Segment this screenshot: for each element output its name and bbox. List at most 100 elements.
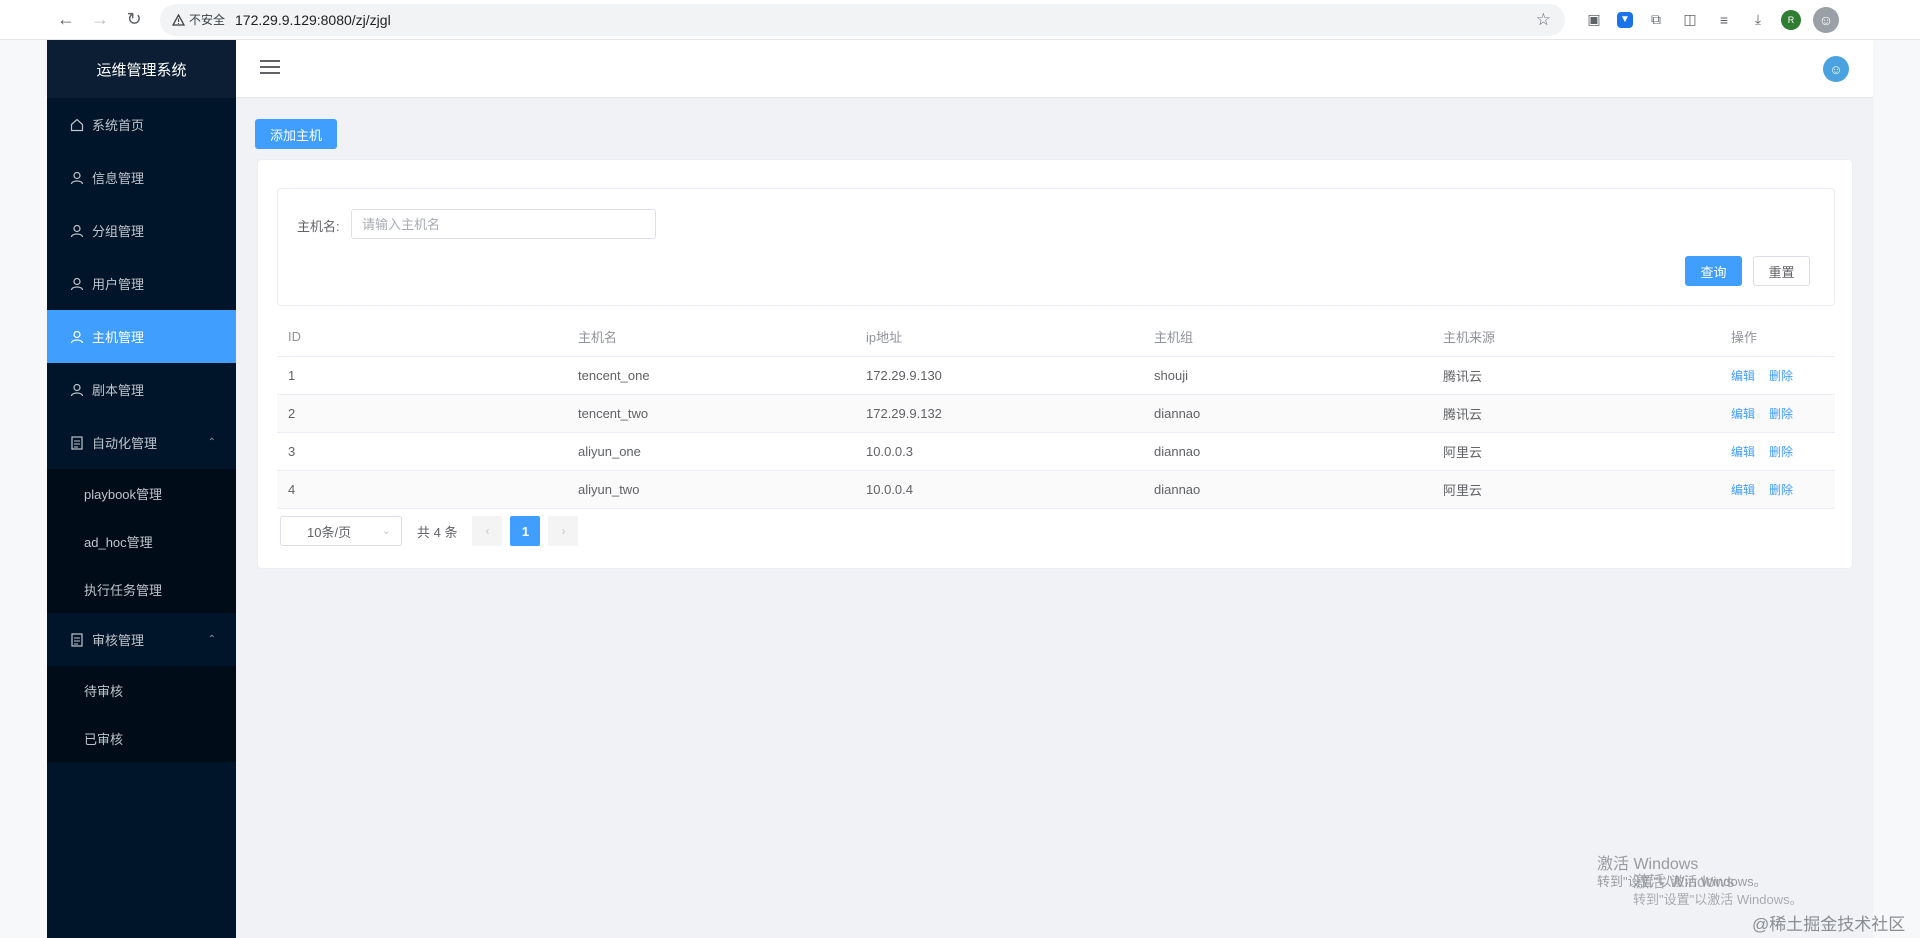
pagination: 10条/页 ⌄ 共 4 条 ‹ 1 ›	[280, 516, 579, 546]
delete-link[interactable]: 删除	[1769, 483, 1793, 497]
sidebar-subitem-pending[interactable]: 待审核	[47, 666, 236, 714]
extension-blue-icon[interactable]: ▼	[1617, 11, 1633, 28]
app-title: 运维管理系统	[47, 40, 236, 98]
url-text: 172.29.9.129:8080/zj/zjgl	[235, 11, 391, 28]
query-button[interactable]: 查询	[1685, 256, 1742, 286]
column-header-group[interactable]: 主机组	[1143, 318, 1432, 357]
cell-group: shouji	[1143, 356, 1432, 395]
column-header-source[interactable]: 主机来源	[1432, 318, 1720, 357]
column-header-id[interactable]: ID	[277, 318, 567, 357]
profile-icon[interactable]: R	[1781, 9, 1801, 30]
sidebar-item-users[interactable]: 用户管理	[47, 257, 236, 310]
activate-title: 激活 Windows	[1633, 874, 1735, 891]
cell-hostname: tencent_one	[567, 356, 855, 395]
sidebar-item-label: 用户管理	[92, 277, 145, 292]
puzzle-icon[interactable]: ◫	[1679, 9, 1701, 31]
sidebar-item-scripts[interactable]: 剧本管理	[47, 363, 236, 416]
main-content: 添加主机 主机名: 查询 重置 ID 主机名 ip地址 主机组 主机来源 操作	[236, 98, 1873, 938]
cell-id: 1	[277, 356, 567, 395]
address-bar[interactable]: 不安全 172.29.9.129:8080/zj/zjgl ☆	[160, 3, 1565, 36]
document-icon	[69, 435, 85, 451]
sidebar-item-info[interactable]: 信息管理	[47, 151, 236, 204]
add-host-button[interactable]: 添加主机	[255, 119, 338, 149]
juejin-watermark: @稀土掘金技术社区	[1752, 915, 1906, 934]
sidebar-item-automation[interactable]: 自动化管理 ⌃	[47, 416, 236, 469]
download-icon[interactable]: ⤓	[1747, 9, 1769, 31]
cell-id: 2	[277, 394, 567, 433]
table-row: 4 aliyun_two 10.0.0.4 diannao 阿里云 编辑 删除	[277, 470, 1835, 509]
cell-actions: 编辑 删除	[1720, 356, 1835, 395]
insecure-indicator[interactable]: 不安全	[172, 11, 225, 28]
top-header: ☺	[236, 40, 1873, 98]
cell-source: 腾讯云	[1432, 356, 1720, 395]
sidebar: 运维管理系统 系统首页 信息管理 分组管理 用户管理 主机管理 剧本管理 自动化…	[47, 40, 236, 938]
page-number-button[interactable]: 1	[510, 516, 541, 546]
host-table: ID 主机名 ip地址 主机组 主机来源 操作 1 tencent_one 17…	[277, 318, 1835, 509]
cell-source: 阿里云	[1432, 432, 1720, 471]
insecure-label: 不安全	[189, 13, 226, 27]
menu-toggle-icon[interactable]	[260, 60, 280, 76]
cell-source: 腾讯云	[1432, 394, 1720, 433]
total-count: 共 4 条	[417, 524, 458, 540]
sidebar-item-label: 自动化管理	[92, 436, 158, 451]
prev-page-button[interactable]: ‹	[472, 516, 503, 546]
sidebar-item-groups[interactable]: 分组管理	[47, 204, 236, 257]
account-avatar-icon[interactable]: ☺	[1813, 6, 1839, 33]
delete-link[interactable]: 删除	[1769, 445, 1793, 459]
reset-button[interactable]: 重置	[1753, 256, 1810, 286]
user-icon	[69, 170, 85, 186]
page-size-value: 10条/页	[307, 524, 352, 540]
cell-actions: 编辑 删除	[1720, 432, 1835, 471]
audit-submenu: 待审核 已审核	[47, 666, 236, 762]
reading-list-icon[interactable]: ≡	[1713, 9, 1735, 31]
column-header-hostname[interactable]: 主机名	[567, 318, 855, 357]
automation-submenu: playbook管理 ad_hoc管理 执行任务管理	[47, 469, 236, 613]
sidebar-item-home[interactable]: 系统首页	[47, 98, 236, 151]
cell-hostname: aliyun_one	[567, 432, 855, 471]
reload-icon[interactable]: ↻	[120, 6, 148, 34]
sidebar-subitem-adhoc[interactable]: ad_hoc管理	[47, 517, 236, 565]
extension-icon[interactable]: ▣	[1583, 9, 1605, 31]
cell-id: 3	[277, 432, 567, 471]
chevron-up-icon: ⌃	[207, 437, 216, 448]
cell-group: diannao	[1143, 432, 1432, 471]
user-icon	[69, 276, 85, 292]
sidebar-subitem-tasks[interactable]: 执行任务管理	[47, 565, 236, 613]
back-icon[interactable]: ←	[52, 6, 80, 34]
user-icon	[69, 223, 85, 239]
sidebar-item-audit[interactable]: 审核管理 ⌃	[47, 613, 236, 666]
delete-link[interactable]: 删除	[1769, 407, 1793, 421]
cell-ip: 10.0.0.4	[855, 470, 1143, 509]
cell-group: diannao	[1143, 394, 1432, 433]
user-icon	[69, 382, 85, 398]
sidebar-item-label: 剧本管理	[92, 383, 145, 398]
hostname-search-input[interactable]	[351, 209, 656, 239]
host-card: 主机名: 查询 重置 ID 主机名 ip地址 主机组 主机来源 操作 1 ten…	[257, 159, 1853, 569]
sidebar-subitem-reviewed[interactable]: 已审核	[47, 714, 236, 762]
edit-link[interactable]: 编辑	[1731, 369, 1755, 383]
user-icon	[69, 329, 85, 345]
forward-icon[interactable]: →	[86, 6, 114, 34]
edit-link[interactable]: 编辑	[1731, 407, 1755, 421]
cell-source: 阿里云	[1432, 470, 1720, 509]
edit-link[interactable]: 编辑	[1731, 483, 1755, 497]
user-avatar[interactable]: ☺	[1823, 56, 1849, 82]
sidebar-item-hosts[interactable]: 主机管理	[47, 310, 236, 363]
chevron-up-icon: ⌃	[207, 634, 216, 645]
cell-hostname: tencent_two	[567, 394, 855, 433]
warning-icon	[172, 13, 185, 26]
sidebar-subitem-playbook[interactable]: playbook管理	[47, 469, 236, 517]
page-size-select[interactable]: 10条/页 ⌄	[280, 516, 402, 546]
activate-subtitle: 转到"设置"以激活 Windows。	[1633, 892, 1803, 907]
chevron-down-icon: ⌄	[381, 525, 391, 537]
bookmark-star-icon[interactable]: ☆	[1536, 10, 1551, 30]
column-header-ip[interactable]: ip地址	[855, 318, 1143, 357]
cell-ip: 172.29.9.132	[855, 394, 1143, 433]
edit-link[interactable]: 编辑	[1731, 445, 1755, 459]
next-page-button[interactable]: ›	[548, 516, 579, 546]
delete-link[interactable]: 删除	[1769, 369, 1793, 383]
sidebar-item-label: 信息管理	[92, 171, 145, 186]
cell-actions: 编辑 删除	[1720, 394, 1835, 433]
sidebar-item-label: 分组管理	[92, 224, 145, 239]
copy-icon[interactable]: ⧉	[1645, 9, 1667, 31]
